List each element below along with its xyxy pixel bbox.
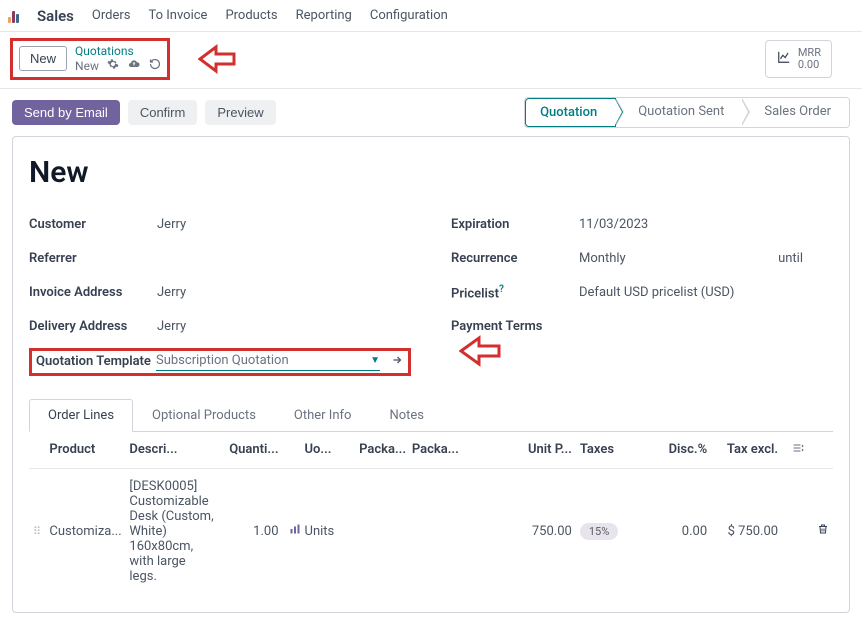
value-customer[interactable]: Jerry: [157, 217, 411, 232]
cell-taxes[interactable]: 15%: [572, 524, 635, 539]
breadcrumb-parent[interactable]: Quotations: [75, 44, 161, 58]
th-packaging2[interactable]: Packa...: [412, 442, 465, 457]
menu-reporting[interactable]: Reporting: [296, 8, 352, 23]
value-pricelist[interactable]: Default USD pricelist (USD): [579, 285, 833, 300]
status-sales-order[interactable]: Sales Order: [742, 98, 849, 127]
chart-line-icon: [776, 50, 792, 68]
menu-orders[interactable]: Orders: [92, 8, 131, 23]
secondary-bar: New Quotations New: [0, 32, 862, 89]
column-options-icon[interactable]: [778, 442, 805, 458]
gear-icon[interactable]: [107, 58, 119, 73]
menu-to-invoice[interactable]: To Invoice: [148, 8, 207, 23]
cell-uom[interactable]: Units: [305, 524, 360, 539]
chevron-down-icon[interactable]: ▼: [370, 355, 380, 366]
tab-notes[interactable]: Notes: [370, 399, 443, 432]
forecast-chart-icon[interactable]: [285, 523, 305, 539]
top-menu-bar: Sales Orders To Invoice Products Reporti…: [0, 0, 862, 32]
menu-products[interactable]: Products: [225, 8, 277, 23]
action-bar: Send by Email Confirm Preview Quotation …: [0, 89, 862, 136]
value-delivery-address[interactable]: Jerry: [157, 319, 411, 334]
value-recurrence[interactable]: Monthly: [579, 251, 626, 266]
quotation-template-highlight-box: Quotation Template Subscription Quotatio…: [29, 348, 411, 376]
th-taxes[interactable]: Taxes: [572, 442, 635, 457]
external-link-arrow-icon[interactable]: [390, 354, 404, 370]
breadcrumb-highlight-box: New Quotations New: [10, 38, 170, 80]
table-header: Product Descri... Quanti... Uo... Packa.…: [29, 432, 833, 469]
undo-icon[interactable]: [149, 58, 161, 73]
cell-quantity[interactable]: 1.00: [215, 524, 285, 539]
send-by-email-button[interactable]: Send by Email: [12, 100, 120, 125]
value-expiration[interactable]: 11/03/2023: [579, 217, 833, 232]
th-uom[interactable]: Uo...: [305, 442, 360, 457]
cloud-upload-icon[interactable]: [127, 58, 141, 73]
menu-sales[interactable]: Sales: [37, 7, 74, 25]
label-customer: Customer: [29, 217, 157, 232]
cell-tax-excl[interactable]: $ 750.00: [707, 524, 778, 539]
tab-other-info[interactable]: Other Info: [275, 399, 371, 432]
th-product[interactable]: Product: [49, 442, 129, 457]
drag-handle-icon[interactable]: ⠿: [33, 525, 49, 538]
new-button[interactable]: New: [19, 46, 67, 71]
cell-disc[interactable]: 0.00: [634, 524, 707, 539]
label-pricelist: Pricelist?: [451, 284, 579, 301]
preview-button[interactable]: Preview: [205, 100, 275, 125]
breadcrumb-current: New: [75, 59, 99, 73]
quotation-template-select[interactable]: Subscription Quotation ▼: [156, 353, 380, 371]
th-description[interactable]: Descri...: [129, 442, 214, 457]
cell-product[interactable]: Customiza...: [49, 524, 129, 539]
value-invoice-address[interactable]: Jerry: [157, 285, 411, 300]
form-tabs: Order Lines Optional Products Other Info…: [29, 398, 833, 432]
label-recurrence: Recurrence: [451, 251, 579, 266]
app-logo-icon: [8, 9, 19, 23]
page-title: New: [29, 155, 833, 190]
confirm-button[interactable]: Confirm: [128, 100, 198, 125]
status-quotation[interactable]: Quotation: [525, 98, 616, 127]
tab-optional-products[interactable]: Optional Products: [133, 399, 275, 432]
th-disc[interactable]: Disc.%: [634, 442, 707, 457]
cell-description[interactable]: [DESK0005] Customizable Desk (Custom, Wh…: [129, 479, 214, 584]
label-referrer: Referrer: [29, 251, 157, 266]
tab-order-lines[interactable]: Order Lines: [29, 399, 133, 432]
mrr-value: 0.00: [798, 59, 821, 71]
th-unit-price[interactable]: Unit P...: [517, 442, 572, 457]
status-quotation-sent[interactable]: Quotation Sent: [616, 98, 742, 127]
table-row: ⠿ Customiza... [DESK0005] Customizable D…: [29, 469, 833, 594]
annotation-arrow-left-2: [459, 334, 503, 372]
label-expiration: Expiration: [451, 217, 579, 232]
th-tax-excl[interactable]: Tax excl.: [707, 442, 778, 457]
label-invoice-address: Invoice Address: [29, 285, 157, 300]
form-sheet: New Customer Jerry Referrer Invoice Addr…: [12, 136, 850, 613]
breadcrumb: Quotations New: [75, 44, 161, 74]
pricelist-help-icon[interactable]: ?: [499, 284, 504, 295]
mrr-stat-box[interactable]: MRR 0.00: [765, 40, 832, 78]
th-quantity[interactable]: Quanti...: [215, 442, 285, 457]
tax-badge[interactable]: 15%: [580, 523, 618, 540]
th-packaging1[interactable]: Packa...: [359, 442, 412, 457]
cell-unit-price[interactable]: 750.00: [517, 524, 572, 539]
menu-configuration[interactable]: Configuration: [370, 8, 448, 23]
label-until: until: [778, 251, 803, 266]
annotation-arrow-left-1: [198, 43, 238, 75]
label-quotation-template: Quotation Template: [36, 354, 156, 369]
quotation-template-value: Subscription Quotation: [156, 353, 370, 368]
status-bar: Quotation Quotation Sent Sales Order: [524, 97, 850, 128]
label-payment-terms: Payment Terms: [451, 319, 579, 334]
delete-row-icon[interactable]: [805, 522, 829, 540]
label-delivery-address: Delivery Address: [29, 319, 157, 334]
